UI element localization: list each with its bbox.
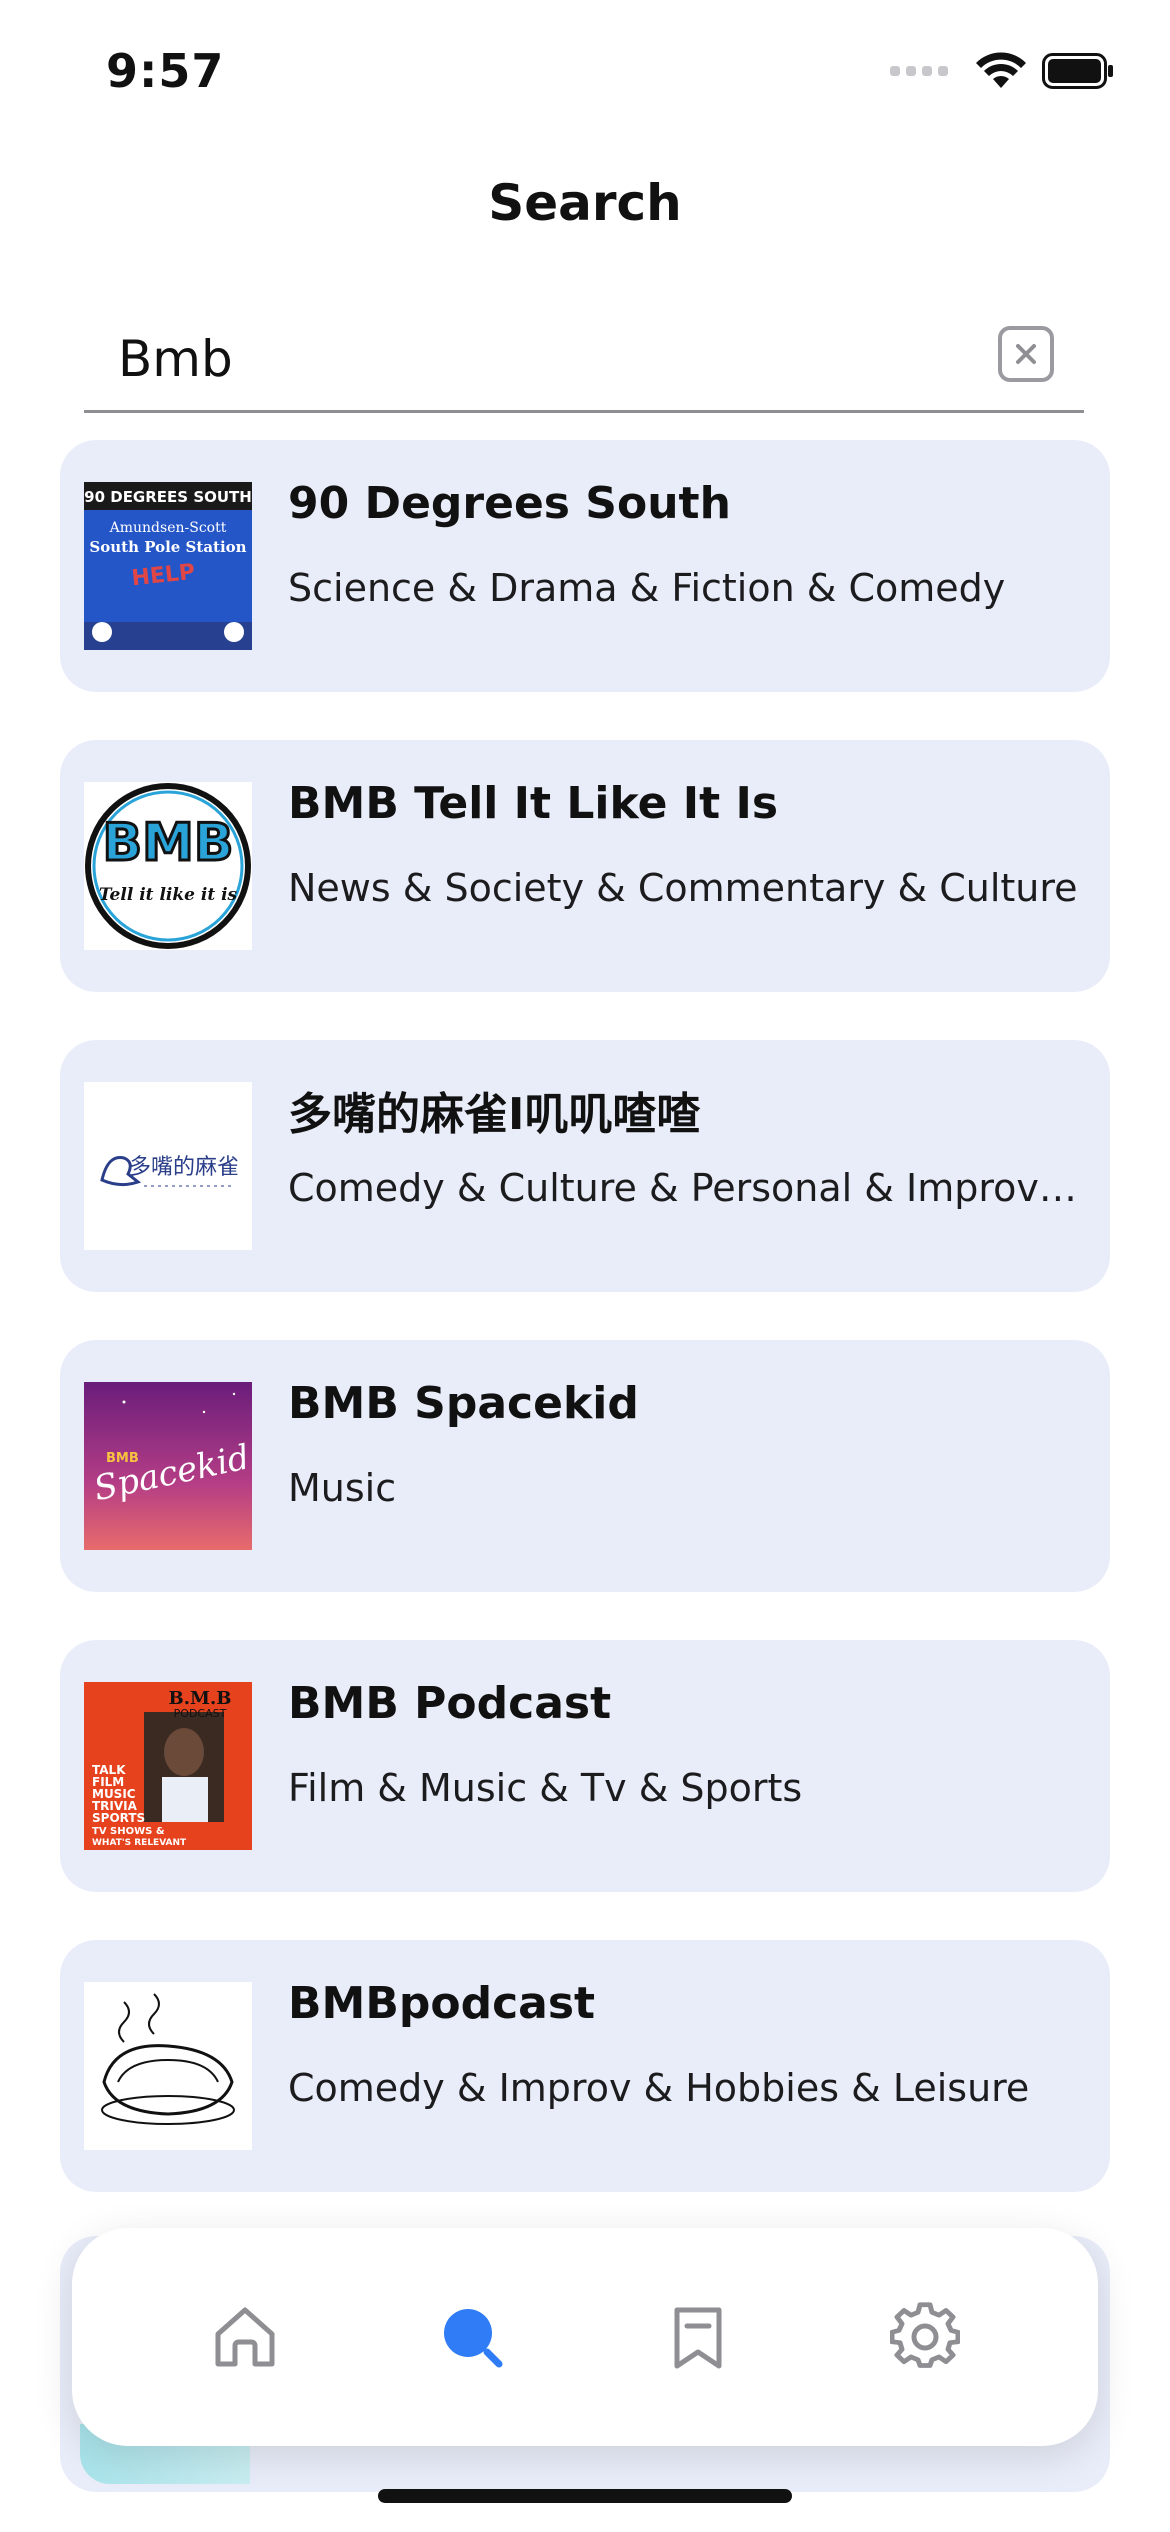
tab-home[interactable] <box>195 2287 295 2387</box>
tab-bar <box>72 2228 1098 2446</box>
cellular-signal-icon <box>890 66 948 76</box>
result-categories: Science & Drama & Fiction & Comedy <box>288 566 1006 610</box>
close-icon <box>1016 344 1036 364</box>
result-title: BMBpodcast <box>288 1978 596 2029</box>
podcast-artwork: BMB Tell it like it is <box>84 782 252 950</box>
result-categories: Film & Music & Tv & Sports <box>288 1766 803 1810</box>
result-card[interactable]: B.M.B PODCAST TALK FILM MUSIC TRIVIA SPO… <box>60 1640 1110 1892</box>
svg-text:Amundsen-Scott: Amundsen-Scott <box>109 520 227 536</box>
clear-search-button[interactable] <box>998 326 1054 382</box>
tab-bookmarks[interactable] <box>648 2287 748 2387</box>
page-title: Search <box>488 174 682 232</box>
bookmark-icon <box>674 2307 722 2369</box>
result-title: BMB Podcast <box>288 1678 612 1729</box>
result-card[interactable]: 多嘴的麻雀 多嘴的麻雀I叽叽喳喳 Comedy & Culture & Pers… <box>60 1040 1110 1292</box>
wifi-icon <box>976 52 1026 90</box>
status-bar: 9:57 <box>0 0 1170 140</box>
result-categories: News & Society & Commentary & Culture <box>288 866 1078 910</box>
battery-icon <box>1042 53 1114 89</box>
result-categories: Comedy & Culture & Personal & Improv & H… <box>288 1166 1088 1210</box>
result-categories: Comedy & Improv & Hobbies & Leisure <box>288 2066 1030 2110</box>
gear-icon <box>889 2302 960 2368</box>
result-title: BMB Spacekid <box>288 1378 639 1429</box>
result-title: 90 Degrees South <box>288 478 731 529</box>
result-card[interactable]: 90 DEGREES SOUTH Amundsen-Scott South Po… <box>60 440 1110 692</box>
result-title: BMB Tell It Like It Is <box>288 778 779 829</box>
search-results-list: 90 DEGREES SOUTH Amundsen-Scott South Po… <box>60 440 1110 2240</box>
home-indicator <box>378 2489 792 2503</box>
podcast-artwork: BMB Spacekid <box>84 1382 252 1550</box>
svg-text:South Pole Station: South Pole Station <box>89 538 246 556</box>
svg-text:SPORTS: SPORTS <box>92 1811 145 1825</box>
search-input[interactable] <box>118 324 978 394</box>
svg-text:BMB: BMB <box>102 813 233 873</box>
podcast-artwork <box>84 1982 252 2150</box>
search-field[interactable] <box>84 310 1084 413</box>
result-title: 多嘴的麻雀I叽叽喳喳 <box>288 1089 701 1140</box>
svg-text:PODCAST: PODCAST <box>174 1707 227 1720</box>
result-categories: Music <box>288 1466 397 1510</box>
podcast-artwork: 多嘴的麻雀 <box>84 1082 252 1250</box>
svg-text:TV SHOWS &: TV SHOWS & <box>92 1826 165 1837</box>
result-card[interactable]: BMBpodcast Comedy & Improv & Hobbies & L… <box>60 1940 1110 2192</box>
home-icon <box>215 2307 275 2367</box>
svg-text:B.M.B: B.M.B <box>169 1688 232 1709</box>
tab-search[interactable] <box>422 2287 522 2387</box>
status-time: 9:57 <box>106 44 225 98</box>
podcast-artwork: 90 DEGREES SOUTH Amundsen-Scott South Po… <box>84 482 252 650</box>
result-card[interactable]: BMB Spacekid BMB Spacekid Music <box>60 1340 1110 1592</box>
status-icons <box>890 52 1114 90</box>
svg-text:WHAT'S RELEVANT: WHAT'S RELEVANT <box>92 1838 187 1848</box>
svg-text:90 DEGREES SOUTH: 90 DEGREES SOUTH <box>84 488 252 506</box>
tab-settings[interactable] <box>875 2287 975 2387</box>
svg-text:Tell it like it is: Tell it like it is <box>99 885 238 905</box>
result-card[interactable]: BMB Tell it like it is BMB Tell It Like … <box>60 740 1110 992</box>
svg-text:多嘴的麻雀: 多嘴的麻雀 <box>129 1155 239 1180</box>
search-icon <box>443 2309 503 2368</box>
podcast-artwork: B.M.B PODCAST TALK FILM MUSIC TRIVIA SPO… <box>84 1682 252 1850</box>
